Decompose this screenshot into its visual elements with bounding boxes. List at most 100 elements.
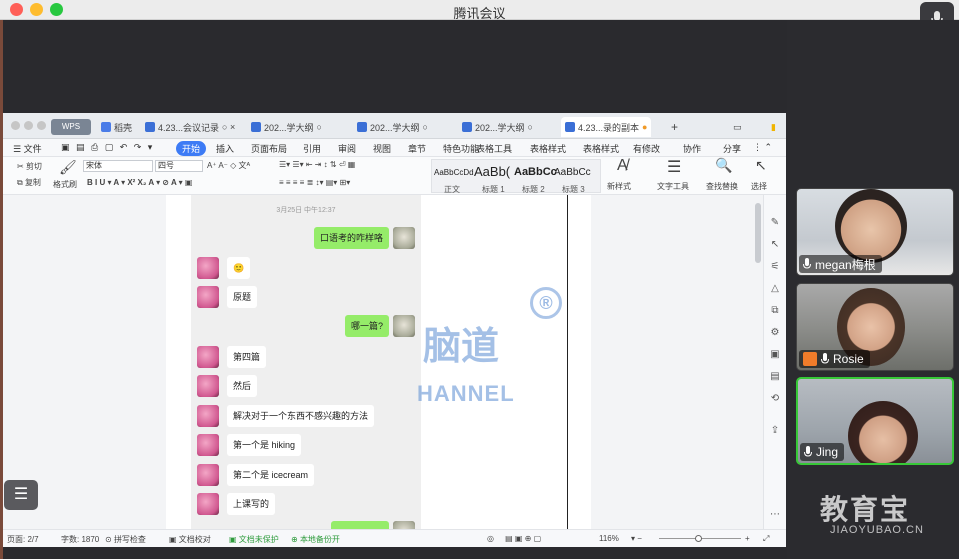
- new-style-icon[interactable]: A̸: [617, 157, 628, 175]
- participant-nametag: megan梅根: [799, 255, 882, 273]
- style-sample[interactable]: AaBb(: [474, 164, 510, 179]
- wps-max-dot[interactable]: [37, 121, 46, 130]
- paint-brush-icon[interactable]: 🖌: [59, 159, 77, 176]
- menu-table-style[interactable]: 表格样式: [530, 142, 566, 155]
- video-tile-megan[interactable]: megan梅根: [796, 188, 954, 276]
- share-icon[interactable]: ⇪: [769, 425, 781, 437]
- menu-review[interactable]: 视图: [373, 142, 391, 155]
- chat-message-partial: [331, 521, 389, 529]
- vertical-scrollbar[interactable]: [755, 203, 761, 263]
- spell-check[interactable]: ⊙ 拼写检查: [105, 534, 146, 545]
- style-label: 标题 1: [482, 185, 505, 194]
- menu-table-style[interactable]: 表格样式: [583, 142, 619, 155]
- embedded-chat-screenshot: 3月25日 中午12:37 口语考的咋样咯 🙂 原题 哪一篇? 第四篇 然后 解…: [191, 195, 421, 529]
- more-icon[interactable]: ⋯: [769, 509, 781, 521]
- comment-icon[interactable]: ▤: [769, 371, 781, 383]
- style-sample[interactable]: AaBbCc: [514, 166, 557, 178]
- more-icon[interactable]: ⋮ ⌃: [753, 142, 772, 153]
- participant-name: Rosie: [833, 352, 864, 366]
- outline-list-icon[interactable]: ☰: [4, 480, 38, 510]
- search-icon[interactable]: 🔍: [715, 157, 732, 174]
- doc-proofread[interactable]: ▣ 文档校对: [169, 534, 211, 545]
- notification-icon[interactable]: ▮: [767, 117, 780, 137]
- word-count[interactable]: 字数: 1870: [61, 534, 99, 545]
- menu-file[interactable]: ☰ 文件: [13, 142, 42, 155]
- doc-watermark-sub: HANNEL: [417, 381, 515, 406]
- chat-message: 原题: [227, 286, 258, 308]
- align-icons[interactable]: ≡ ≡ ≡ ≡ ≣ ↕▾ ▤▾ ⊞▾: [279, 178, 350, 187]
- zoom-out-icon[interactable]: ▾ −: [631, 534, 642, 543]
- avatar: [393, 315, 415, 337]
- fullscreen-icon[interactable]: ⤢: [763, 534, 769, 544]
- menu-insert[interactable]: 插入: [216, 142, 234, 155]
- menu-layout[interactable]: 页面布局: [251, 142, 287, 155]
- cut-button[interactable]: ✂ 剪切: [17, 161, 42, 172]
- quick-access-icons[interactable]: ▣ ▤ ⎙ ▢ ↶ ↷ ▾: [61, 142, 154, 153]
- wps-min-dot[interactable]: [24, 121, 33, 130]
- text-format-icons[interactable]: B I U ▾ A ▾ X² X₂ A ▾ ⊘ A ▾ ▣: [87, 178, 192, 187]
- format-painter-button[interactable]: 格式刷: [53, 179, 77, 190]
- menu-section[interactable]: 章节: [408, 142, 426, 155]
- menu-reference[interactable]: 引用: [303, 142, 321, 155]
- style-gallery: AaBbCcDd 正文 AaBb( 标题 1 AaBbCc 标题 2 AaBbC…: [431, 159, 601, 194]
- menu-review-mail[interactable]: 审阅: [338, 142, 356, 155]
- zoom-level[interactable]: 116%: [599, 534, 619, 543]
- chat-message: 第二个是 icecream: [227, 464, 315, 486]
- pen-icon[interactable]: ✎: [769, 217, 781, 229]
- new-tab-plus-icon[interactable]: +: [667, 117, 682, 137]
- wps-doc-tab[interactable]: 202...学大纲 ○: [247, 117, 326, 137]
- wps-doc-tab[interactable]: 202...学大纲 ○: [353, 117, 432, 137]
- chat-message: 哪一篇?: [344, 315, 389, 337]
- page-indicator[interactable]: 页面: 2/7: [7, 534, 39, 545]
- wps-close-dot[interactable]: [11, 121, 20, 130]
- style-sample[interactable]: AaBbCc: [554, 167, 591, 178]
- new-style-button[interactable]: 新样式: [607, 181, 631, 192]
- wps-doc-tab[interactable]: 稻壳: [97, 117, 136, 137]
- menu-start[interactable]: 开始: [176, 141, 207, 156]
- chat-message: 🙂: [227, 257, 251, 279]
- text-tools-icon[interactable]: ☰: [667, 157, 681, 177]
- list-icons[interactable]: ☰▾ ☰▾ ⇤ ⇥ ↕ ⇅ ⏎ ▦: [279, 160, 355, 169]
- changes-indicator[interactable]: 有修改: [633, 142, 660, 155]
- wps-doc-tab[interactable]: 202...学大纲 ○: [458, 117, 537, 137]
- zoom-in-icon[interactable]: +: [745, 534, 750, 543]
- wps-home-tab[interactable]: WPS: [51, 119, 91, 135]
- history-icon[interactable]: ⟲: [769, 393, 781, 405]
- select-cursor-icon[interactable]: ↖: [755, 157, 767, 174]
- local-backup[interactable]: ⊕ 本地备份开: [291, 534, 340, 545]
- document-area: 3月25日 中午12:37 口语考的咋样咯 🙂 原题 哪一篇? 第四篇 然后 解…: [3, 195, 786, 529]
- style-sample[interactable]: AaBbCcDd: [434, 168, 474, 177]
- font-grow-icons[interactable]: A⁺ A⁻ ◇ 文ᴬ: [207, 160, 250, 171]
- find-replace-button[interactable]: 查找替换: [706, 181, 738, 192]
- avatar: [197, 375, 219, 397]
- participant-nametag: Rosie: [799, 350, 870, 368]
- wps-doc-tab-active[interactable]: 4.23...录的副本 ●: [561, 117, 652, 137]
- view-mode-icons[interactable]: ◎ ▤ ▣ ⊕ ▢: [487, 534, 541, 543]
- collaborate-button[interactable]: 协作: [683, 142, 701, 155]
- menu-features[interactable]: 特色功能: [443, 142, 479, 155]
- select-button[interactable]: 选择: [751, 181, 767, 192]
- gear-icon[interactable]: ⚙: [769, 327, 781, 339]
- avatar: [197, 346, 219, 368]
- image-icon[interactable]: ▣: [769, 349, 781, 361]
- participant-name: megan梅根: [815, 257, 876, 272]
- zoom-slider-thumb[interactable]: [695, 535, 702, 542]
- style-label: 正文: [444, 185, 460, 194]
- share-button[interactable]: 分享: [723, 142, 741, 155]
- sliders-icon[interactable]: ⚟: [769, 261, 781, 273]
- doc-protect[interactable]: ▣ 文档未保护: [229, 534, 279, 545]
- wps-doc-tab[interactable]: 4.23...会议记录 ○ ×: [141, 117, 239, 137]
- layers-icon[interactable]: ⧉: [769, 305, 781, 317]
- window-layout-icon[interactable]: ▭: [729, 117, 746, 137]
- video-tile-rosie[interactable]: Rosie: [796, 283, 954, 371]
- video-tile-jing[interactable]: Jing: [796, 377, 954, 465]
- shape-icon[interactable]: △: [769, 283, 781, 295]
- pointer-icon[interactable]: ↖: [769, 239, 781, 251]
- avatar: [197, 493, 219, 515]
- menu-table-tools[interactable]: 表格工具: [476, 142, 512, 155]
- participant-video: [835, 189, 907, 263]
- font-select[interactable]: 宋体: [83, 160, 153, 172]
- text-tools-button[interactable]: 文字工具: [657, 181, 689, 192]
- copy-button[interactable]: ⧉ 复制: [17, 177, 41, 188]
- font-size-select[interactable]: 四号: [155, 160, 203, 172]
